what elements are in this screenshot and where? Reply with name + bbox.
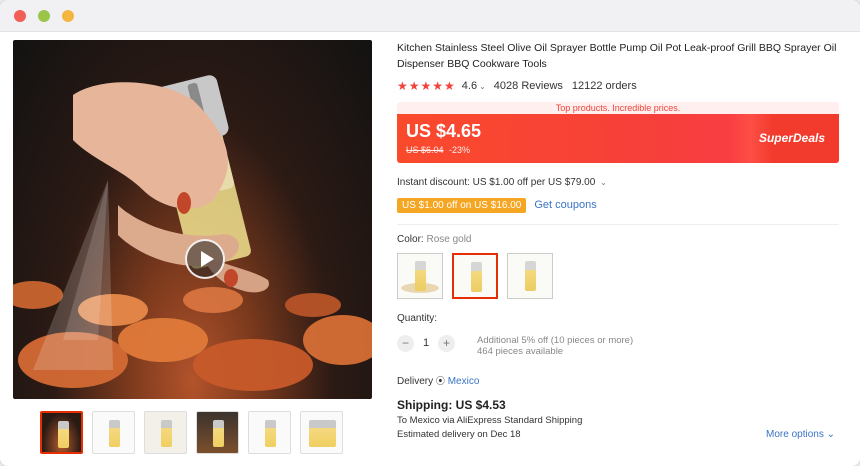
thumbnail-3[interactable]: [144, 411, 187, 454]
chevron-down-icon[interactable]: ⌄: [600, 178, 607, 187]
bottle-icon: [109, 420, 120, 447]
bottle-icon: [471, 262, 482, 292]
deal-price-box: US $4.65 US $6.04 -23% SuperDeals: [397, 114, 839, 163]
rating-row: ★★★★★ 4.6 ⌄ 4028 Reviews 12122 orders: [397, 79, 839, 93]
shipping-estimate-row: Estimated delivery on Dec 18 More option…: [397, 429, 839, 440]
shipping-price: Shipping: US $4.53: [397, 398, 506, 412]
window-titlebar: [0, 0, 860, 32]
instant-discount[interactable]: Instant discount: US $1.00 off per US $7…: [397, 177, 839, 189]
quantity-input[interactable]: 1: [414, 335, 438, 352]
bottle-icon: [525, 261, 536, 291]
instant-discount-text: Instant discount: US $1.00 off per US $7…: [397, 177, 596, 188]
bottle-icon: [325, 420, 336, 447]
delivery-country-link[interactable]: Mexico: [448, 376, 480, 387]
pieces-available: 464 pieces available: [477, 346, 564, 357]
rating-value[interactable]: 4.6: [462, 80, 477, 92]
bottle-icon: [213, 420, 224, 447]
current-price: US $4.65: [406, 121, 482, 141]
delivery-label: Delivery: [397, 376, 434, 387]
thumbnail-6[interactable]: [300, 411, 343, 454]
product-info-panel: Kitchen Stainless Steel Olive Oil Spraye…: [397, 40, 839, 440]
rating-stars-icon: ★★★★★: [397, 79, 456, 93]
bottle-icon: [58, 421, 69, 448]
bottle-icon: [161, 420, 172, 447]
quantity-stepper: − 1 + Additional 5% off (10 pieces or mo…: [397, 335, 839, 359]
thumbnail-1[interactable]: [40, 411, 83, 454]
superdeals-logo: SuperDeals: [758, 131, 825, 145]
thumbnail-strip: [40, 411, 343, 454]
chevron-down-icon[interactable]: ⌄: [479, 82, 486, 91]
play-video-button[interactable]: [185, 239, 225, 279]
color-label: Color: Rose gold: [397, 234, 839, 246]
divider: [397, 224, 839, 225]
delivery-row: Delivery ⦿ Mexico: [397, 374, 839, 387]
location-pin-icon: ⦿: [435, 376, 445, 386]
color-swatch-3[interactable]: [507, 253, 553, 299]
coupon-tag: US $1.00 off on US $16.00: [397, 197, 527, 213]
more-options-text: More options: [766, 429, 824, 440]
color-swatch-2[interactable]: [452, 253, 498, 299]
chevron-down-icon: ⌄: [826, 429, 835, 440]
thumbnail-4[interactable]: [196, 411, 239, 454]
quantity-note: Additional 5% off (10 pieces or more) 46…: [477, 335, 633, 357]
bulk-discount-note: Additional 5% off (10 pieces or more): [477, 335, 634, 346]
product-main-image[interactable]: [13, 40, 372, 399]
color-label-text: Color:: [397, 234, 424, 245]
deal-tagline: Top products. Incredible prices.: [397, 102, 839, 114]
color-swatches: [397, 253, 839, 299]
estimated-delivery: Estimated delivery on Dec 18: [397, 429, 521, 440]
discount-percent: -23%: [449, 145, 471, 155]
close-window-button[interactable]: [14, 10, 26, 22]
browser-window: Kitchen Stainless Steel Olive Oil Spraye…: [0, 0, 860, 466]
color-value: Rose gold: [426, 234, 472, 245]
shipping-method: To Mexico via AliExpress Standard Shippi…: [397, 415, 583, 426]
superdeals-banner: Top products. Incredible prices. US $4.6…: [397, 102, 839, 163]
quantity-label: Quantity:: [397, 313, 438, 324]
reviews-link[interactable]: 4028 Reviews: [494, 80, 563, 92]
product-photo-illustration: [13, 75, 372, 391]
orders-count: 12122 orders: [571, 80, 637, 92]
thumbnail-5[interactable]: [248, 411, 291, 454]
more-options-link[interactable]: More options ⌄: [766, 429, 839, 440]
coupon-row: US $1.00 off on US $16.00 Get coupons: [397, 197, 839, 213]
maximize-window-button[interactable]: [62, 10, 74, 22]
bottle-icon: [265, 420, 276, 447]
decrease-quantity-button[interactable]: −: [397, 335, 414, 352]
old-price: US $6.04: [406, 145, 444, 155]
old-price-row: US $6.04 -23%: [406, 145, 470, 155]
play-icon: [200, 251, 214, 267]
bottle-icon: [415, 261, 426, 291]
get-coupons-link[interactable]: Get coupons: [534, 199, 596, 211]
product-title: Kitchen Stainless Steel Olive Oil Spraye…: [397, 42, 837, 70]
minimize-window-button[interactable]: [38, 10, 50, 22]
thumbnail-2[interactable]: [92, 411, 135, 454]
increase-quantity-button[interactable]: +: [438, 335, 455, 352]
color-swatch-1[interactable]: [397, 253, 443, 299]
